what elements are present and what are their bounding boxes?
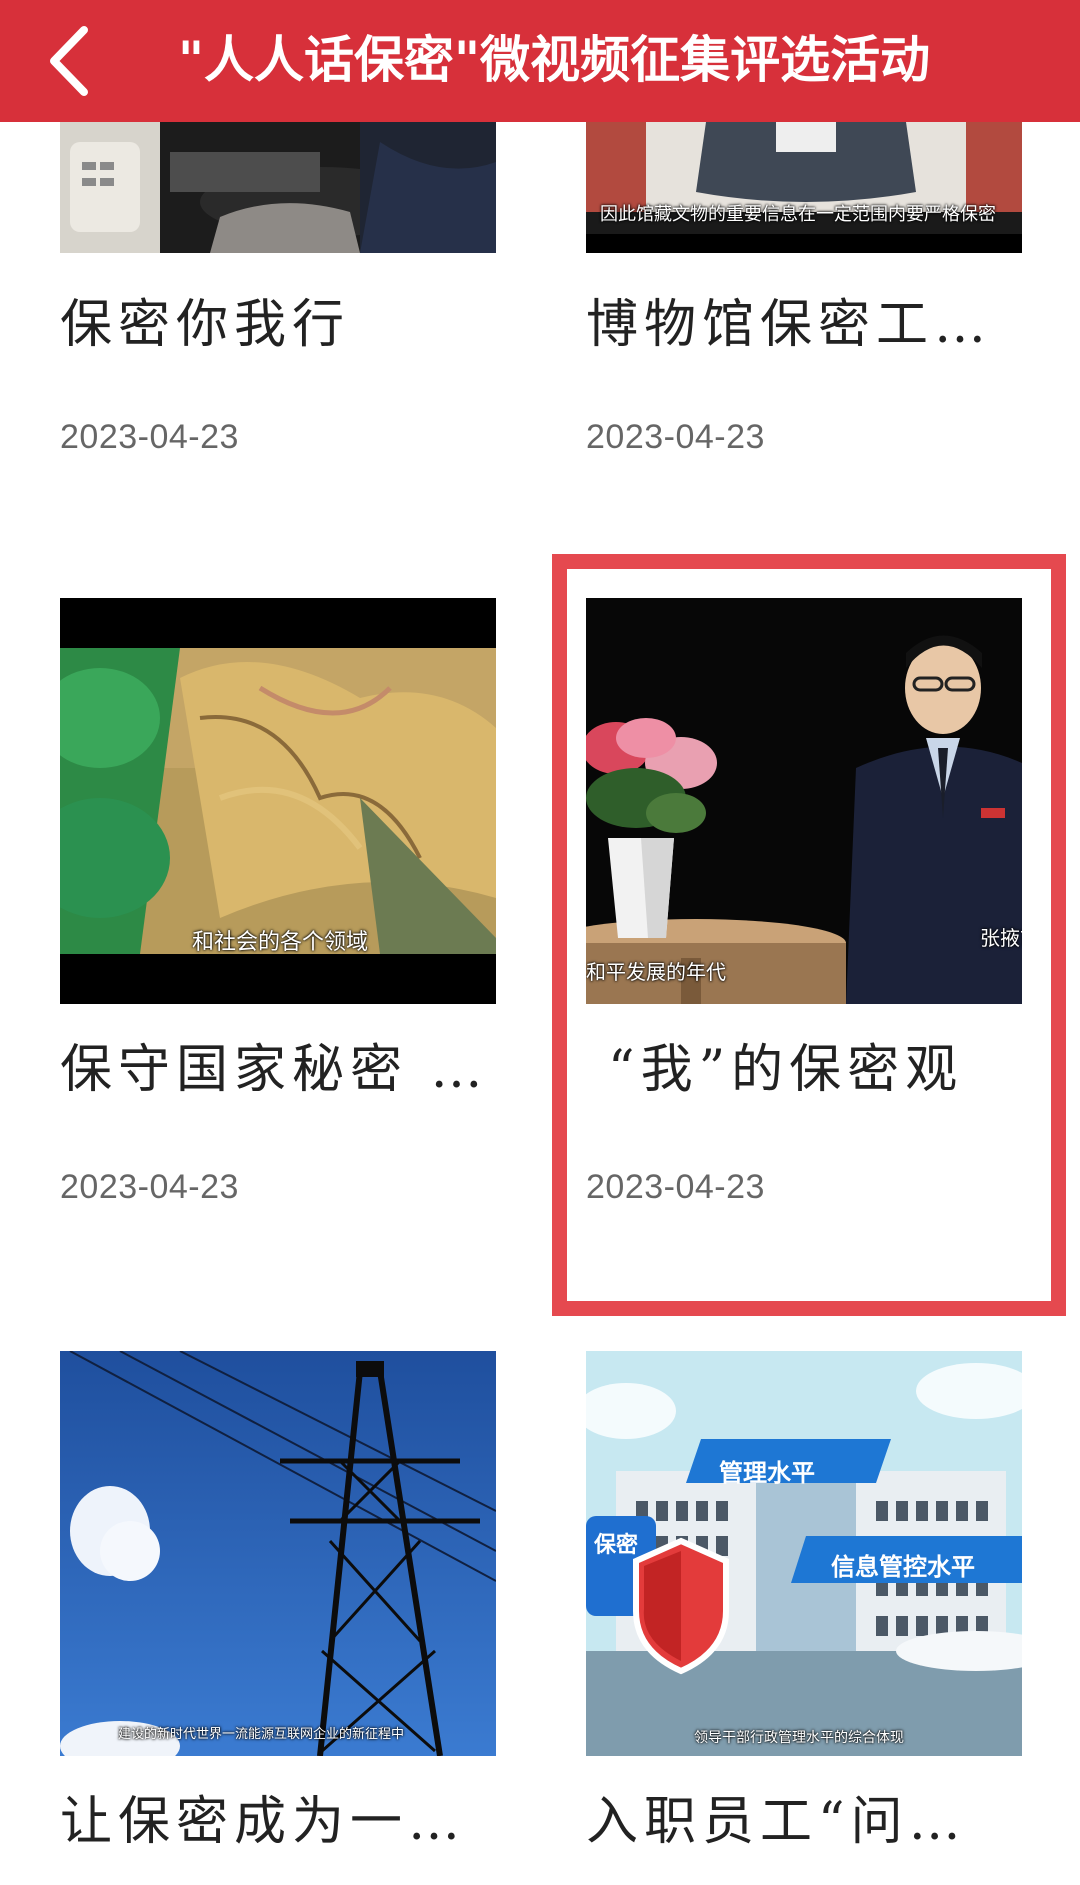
chevron-left-icon — [50, 26, 88, 96]
video-title[interactable]: 保守国家秘密 … — [60, 1035, 496, 1105]
top-bar: "人人话保密"微视频征集评选活动 — [0, 0, 1080, 122]
video-title[interactable]: 保密你我行 — [60, 290, 496, 360]
video-title[interactable]: 博物馆保密工… — [586, 290, 1022, 360]
video-date: 2023-04-23 — [60, 1168, 239, 1206]
label-info-control: 信息管控水平 — [831, 1554, 975, 1581]
page-title: "人人话保密"微视频征集评选活动 — [178, 30, 931, 89]
label-secrecy: 保密 — [594, 1532, 639, 1557]
video-caption-name: 张掖市 — [980, 928, 1022, 950]
video-title[interactable]: 入职员工“问… — [586, 1787, 1022, 1857]
video-date: 2023-04-23 — [60, 418, 239, 456]
video-caption: 因此馆藏文物的重要信息在一定范围内要严格保密 — [600, 204, 996, 224]
label-management-level: 管理水平 — [719, 1460, 815, 1487]
video-caption: 领导干部行政管理水平的综合体现 — [694, 1729, 904, 1745]
video-thumbnail[interactable]: 管理水平 信息管控水平 保密 领导干部行政管理水平的综合体现 — [586, 1351, 1022, 1756]
back-button[interactable] — [38, 22, 108, 100]
video-date: 2023-04-23 — [586, 1168, 765, 1206]
video-title[interactable]: 让保密成为一… — [60, 1787, 496, 1857]
video-caption: 和平发展的年代 — [586, 962, 726, 984]
video-caption: 建设的新时代世界一流能源互联网企业的新征程中 — [118, 1726, 405, 1741]
video-caption: 和社会的各个领域 — [192, 929, 369, 954]
video-title[interactable]: “我”的保密观 — [608, 1035, 1044, 1105]
video-thumbnail[interactable]: 和平发展的年代 张掖市 — [586, 598, 1022, 1004]
video-date: 2023-04-23 — [586, 418, 765, 456]
video-thumbnail[interactable]: 建设的新时代世界一流能源互联网企业的新征程中 — [60, 1351, 496, 1756]
video-thumbnail[interactable] — [60, 122, 496, 253]
video-thumbnail[interactable]: 和社会的各个领域 — [60, 598, 496, 1004]
video-thumbnail[interactable]: 因此馆藏文物的重要信息在一定范围内要严格保密 — [586, 122, 1022, 253]
